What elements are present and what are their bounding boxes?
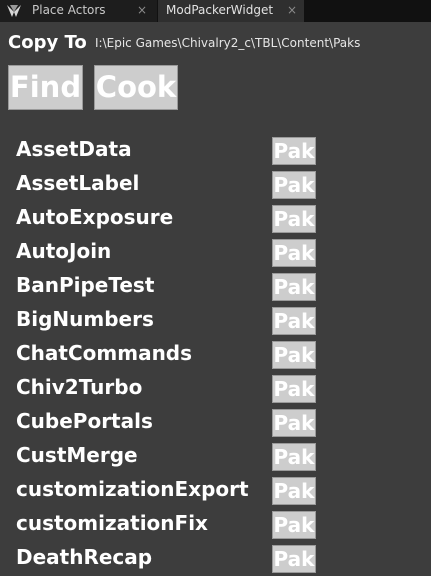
find-button[interactable]: Find xyxy=(8,65,83,110)
pak-button[interactable]: Pak xyxy=(272,443,316,471)
pak-button[interactable]: Pak xyxy=(272,171,316,199)
pak-button[interactable]: Pak xyxy=(272,409,316,437)
tab-place-actors[interactable]: Place Actors × xyxy=(0,0,157,22)
close-icon[interactable]: × xyxy=(287,3,297,17)
tab-bar: Place Actors × ModPackerWidget × xyxy=(0,0,431,22)
mod-list: AssetData Pak AssetLabel Pak AutoExposur… xyxy=(0,134,431,576)
mod-row: AssetLabel Pak xyxy=(0,168,431,202)
mod-row: AssetData Pak xyxy=(0,134,431,168)
copy-to-path: I:\Epic Games\Chivalry2_c\TBL\Content\Pa… xyxy=(95,36,361,50)
mod-name: AssetLabel xyxy=(16,171,140,195)
mod-row: BanPipeTest Pak xyxy=(0,270,431,304)
pak-button[interactable]: Pak xyxy=(272,477,316,505)
place-actors-icon xyxy=(6,4,22,18)
mod-name: AutoExposure xyxy=(16,205,174,229)
mod-row: BigNumbers Pak xyxy=(0,304,431,338)
mod-name: CubePortals xyxy=(16,409,153,433)
tab-label: ModPackerWidget xyxy=(166,3,274,17)
mod-name: BanPipeTest xyxy=(16,273,155,297)
mod-name: Chiv2Turbo xyxy=(16,375,143,399)
close-icon[interactable]: × xyxy=(137,3,147,17)
mod-row: customizationExport Pak xyxy=(0,474,431,508)
pak-button[interactable]: Pak xyxy=(272,239,316,267)
pak-button[interactable]: Pak xyxy=(272,511,316,539)
pak-button[interactable]: Pak xyxy=(272,137,316,165)
cook-button[interactable]: Cook xyxy=(94,65,178,110)
pak-button[interactable]: Pak xyxy=(272,545,316,573)
mod-row: CustMerge Pak xyxy=(0,440,431,474)
mod-row: AutoExposure Pak xyxy=(0,202,431,236)
mod-row: customizationFix Pak xyxy=(0,508,431,542)
mod-name: BigNumbers xyxy=(16,307,154,331)
pak-button[interactable]: Pak xyxy=(272,375,316,403)
mod-name: customizationExport xyxy=(16,477,249,501)
mod-row: AutoJoin Pak xyxy=(0,236,431,270)
mod-name: customizationFix xyxy=(16,511,208,535)
mod-name: AutoJoin xyxy=(16,239,112,263)
copy-to-label: Copy To xyxy=(8,32,87,53)
mod-packer-window: Place Actors × ModPackerWidget × Copy To… xyxy=(0,0,431,576)
mod-name: CustMerge xyxy=(16,443,138,467)
mod-row: ChatCommands Pak xyxy=(0,338,431,372)
mod-name: ChatCommands xyxy=(16,341,193,365)
tab-label: Place Actors xyxy=(32,3,106,17)
mod-row: DeathRecap Pak xyxy=(0,542,431,576)
pak-button[interactable]: Pak xyxy=(272,205,316,233)
pak-button[interactable]: Pak xyxy=(272,273,316,301)
mod-row: Chiv2Turbo Pak xyxy=(0,372,431,406)
pak-button[interactable]: Pak xyxy=(272,307,316,335)
mod-row: CubePortals Pak xyxy=(0,406,431,440)
mod-name: AssetData xyxy=(16,137,132,161)
tab-mod-packer-widget[interactable]: ModPackerWidget × xyxy=(158,0,304,22)
mod-name: DeathRecap xyxy=(16,545,153,569)
pak-button[interactable]: Pak xyxy=(272,341,316,369)
